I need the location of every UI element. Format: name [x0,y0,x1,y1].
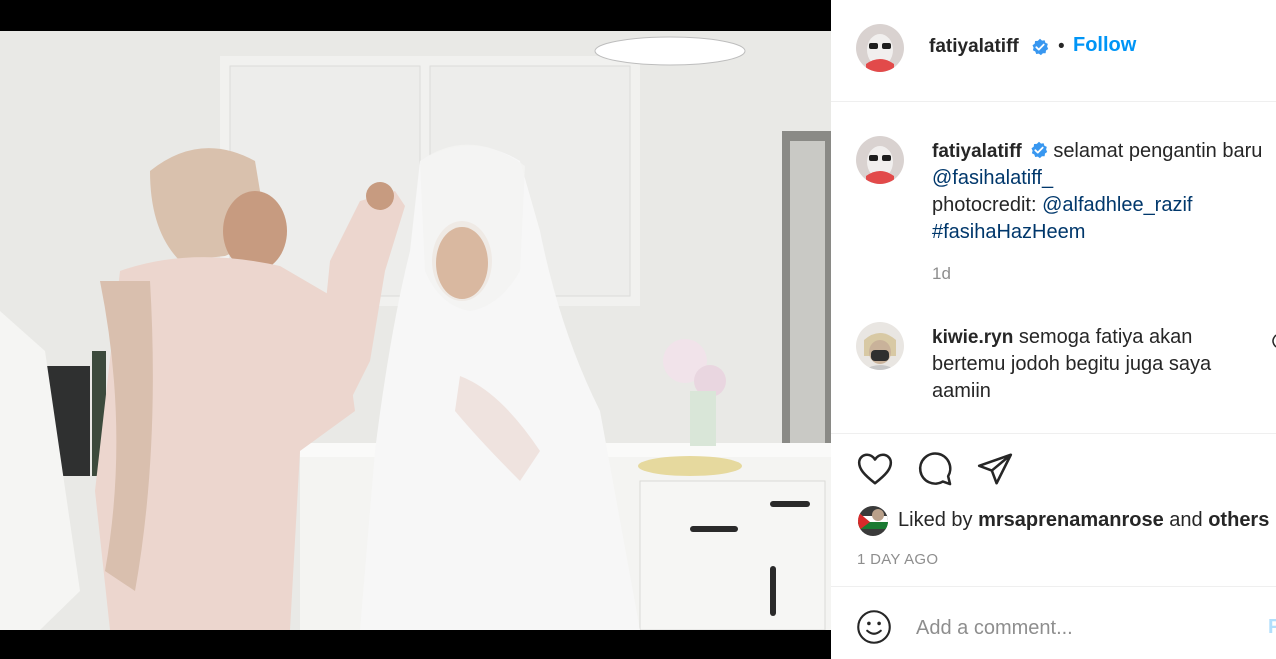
post-caption: fatiyalatiff selamat pengantin baru @fas… [932,138,1276,246]
commenter-username[interactable]: kiwie.ryn [932,327,1013,348]
likes-others-link[interactable]: others [1208,509,1269,531]
verified-badge-icon [1031,141,1047,159]
add-comment-input[interactable] [916,612,1246,644]
paper-plane-icon[interactable] [976,450,1016,490]
liker-username[interactable]: mrsaprenamanrose [978,509,1164,531]
caption-line-1: fatiyalatiff selamat pengantin baru [932,138,1276,165]
liker-avatar[interactable] [858,506,888,536]
caption-author-avatar[interactable] [856,136,904,184]
section-divider [831,433,1276,434]
post-side-panel: fatiyalatiff • Follow fatiyalatiff selam… [831,0,1276,659]
section-divider [831,586,1276,587]
post-age[interactable]: 1 DAY AGO [857,551,938,568]
comment-bubble-icon[interactable] [916,450,956,490]
likes-and: and [1169,509,1203,531]
caption-timestamp[interactable]: 1d [932,264,951,284]
comment-item: kiwie.ryn semoga fatiya akan bertemu jod… [932,324,1262,405]
verified-badge-icon [1032,38,1049,56]
liked-by-label: Liked by [898,509,973,531]
commenter-avatar[interactable] [856,322,904,370]
likes-text: Liked by mrsaprenamanrose and others [898,509,1269,532]
follow-button[interactable]: Follow [1073,34,1136,57]
author-avatar[interactable] [856,24,904,72]
author-username[interactable]: fatiyalatiff [929,36,1019,58]
caption-username[interactable]: fatiyalatiff [932,141,1022,162]
photo-illustration [0,31,831,630]
post-header: fatiyalatiff • Follow [831,0,1276,102]
comment-like-icon[interactable] [1269,334,1276,348]
smiley-icon[interactable] [856,609,892,645]
heart-icon[interactable] [856,450,896,490]
caption-hashtag-link[interactable]: #fasihaHazHeem [932,221,1085,243]
caption-mention-link[interactable]: @fasihalatiff_ [932,167,1053,189]
post-media [0,0,831,659]
post-photo[interactable] [0,31,831,630]
photocredit-label: photocredit: [932,194,1037,216]
likes-summary: Liked by mrsaprenamanrose and others [858,505,1276,537]
caption-text: selamat pengantin baru [1053,140,1263,162]
photocredit-mention-link[interactable]: @alfadhlee_razif [1042,194,1192,216]
header-separator: • [1058,36,1065,57]
post-comment-button[interactable]: P [1268,616,1276,639]
